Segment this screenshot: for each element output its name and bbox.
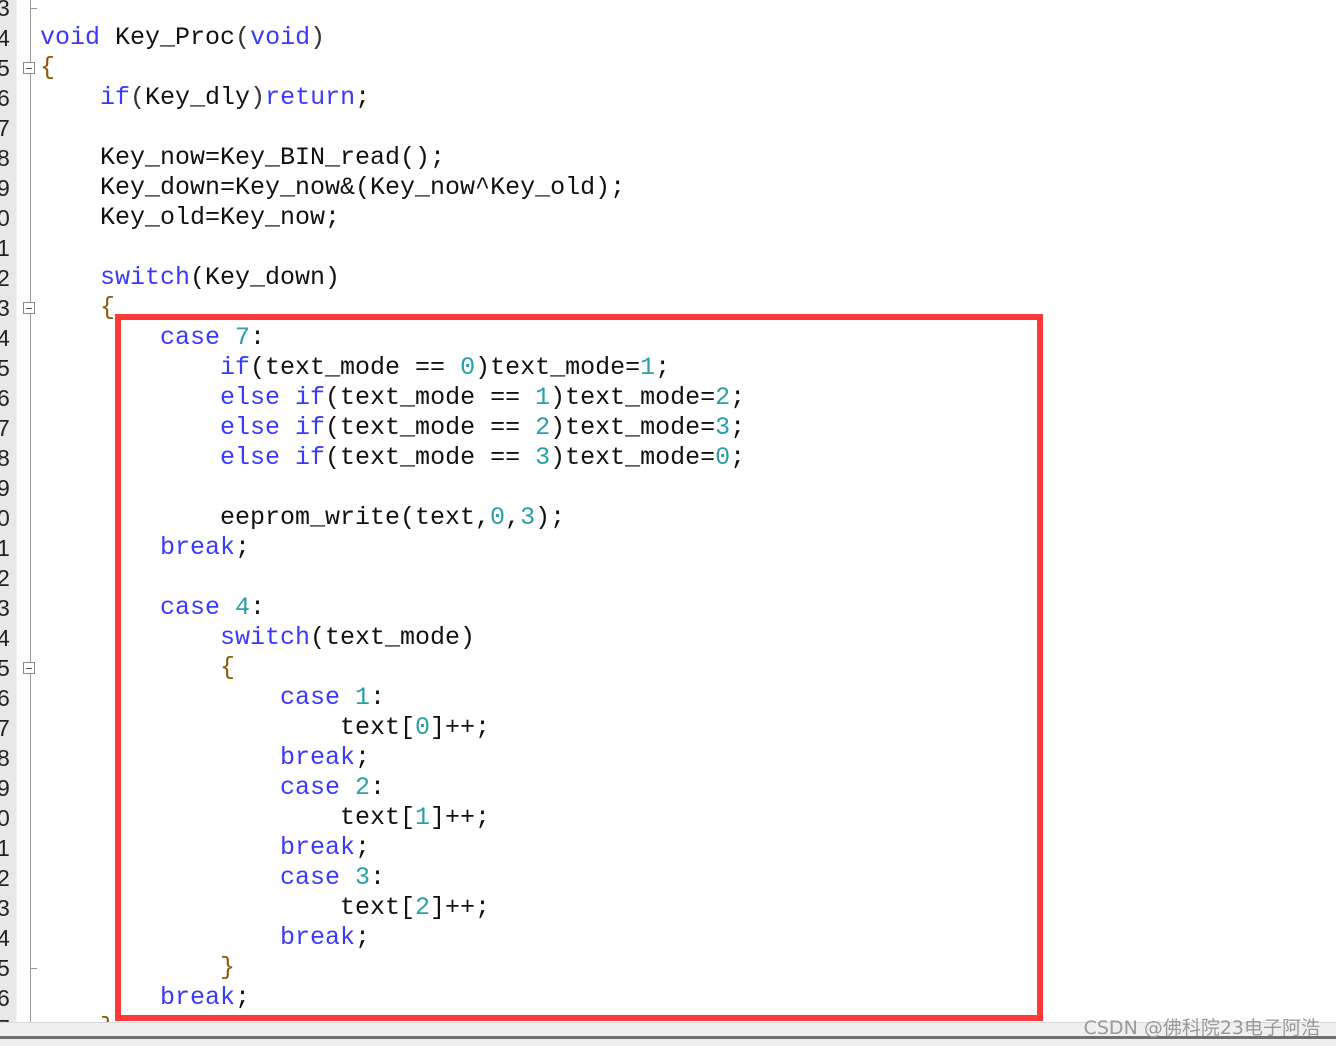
line-number: 2 [0,565,10,591]
fold-end-marker [30,968,37,969]
code-token: Key_now=Key_BIN_read(); [100,143,446,172]
line-number: 8 [0,145,10,171]
line-number: 2 [0,265,10,291]
line-number: 1 [0,535,10,561]
keyword-token: void [40,23,101,52]
code-text: { [40,53,55,83]
line-number: 6 [0,85,10,111]
line-number: 7 [0,715,10,741]
code-text: void Key_Proc(void) [40,23,325,53]
line-number: 4 [0,325,10,351]
line-number: 3 [0,295,10,321]
code-token: Key_down=Key_now&(Key_now^Key_old); [100,173,626,202]
code-text: if(Key_dly)return; [100,83,370,113]
line-number: 5 [0,55,10,81]
line-number: 2 [0,865,10,891]
line-number: 9 [0,475,10,501]
line-number: 6 [0,385,10,411]
line-number: 1 [0,835,10,861]
line-number: 8 [0,745,10,771]
highlight-rectangle [115,314,1043,1021]
code-text: switch(Key_down) [100,263,340,293]
line-number: 0 [0,205,10,231]
line-number: 5 [0,955,10,981]
keyword-token: return [265,83,356,112]
line-number: 6 [0,685,10,711]
line-number: 0 [0,805,10,831]
keyword-token: switch [100,263,191,292]
line-number: 4 [0,25,10,51]
fold-collapse-icon[interactable] [23,62,35,74]
line-number: 9 [0,775,10,801]
line-number: 7 [0,115,10,141]
code-text: Key_old=Key_now; [100,203,340,233]
fold-guide-line [30,0,31,1022]
code-token: ; [355,83,371,112]
code-token: Key_old=Key_now; [100,203,341,232]
code-text: Key_down=Key_now&(Key_now^Key_old); [100,173,625,203]
line-number: 0 [0,505,10,531]
code-token: (Key_down) [190,263,341,292]
line-number: 7 [0,415,10,441]
keyword-token: if [100,83,131,112]
code-token: { [100,293,116,322]
line-number: 4 [0,625,10,651]
code-text: Key_now=Key_BIN_read(); [100,143,445,173]
code-token: ( [130,83,146,112]
fold-collapse-icon[interactable] [23,662,35,674]
code-token: ( [235,23,251,52]
watermark: CSDN @佛科院23电子阿浩 [1083,1017,1320,1039]
fold-end-marker [30,8,37,9]
code-token: { [40,53,56,82]
code-token: ) [310,23,326,52]
fold-collapse-icon[interactable] [23,302,35,314]
line-number: 8 [0,445,10,471]
code-text: { [100,293,115,323]
keyword-token: void [250,23,311,52]
line-number: 3 [0,0,10,21]
code-token: ) [250,83,266,112]
line-number: 4 [0,925,10,951]
code-token: Key_dly [145,83,251,112]
line-number: 5 [0,355,10,381]
line-number: 5 [0,655,10,681]
code-token: Key_Proc [100,23,236,52]
line-number: 6 [0,985,10,1011]
fold-margin [16,0,39,1022]
line-number: 3 [0,895,10,921]
line-number: 9 [0,175,10,201]
line-number: 3 [0,595,10,621]
line-number: 1 [0,235,10,261]
